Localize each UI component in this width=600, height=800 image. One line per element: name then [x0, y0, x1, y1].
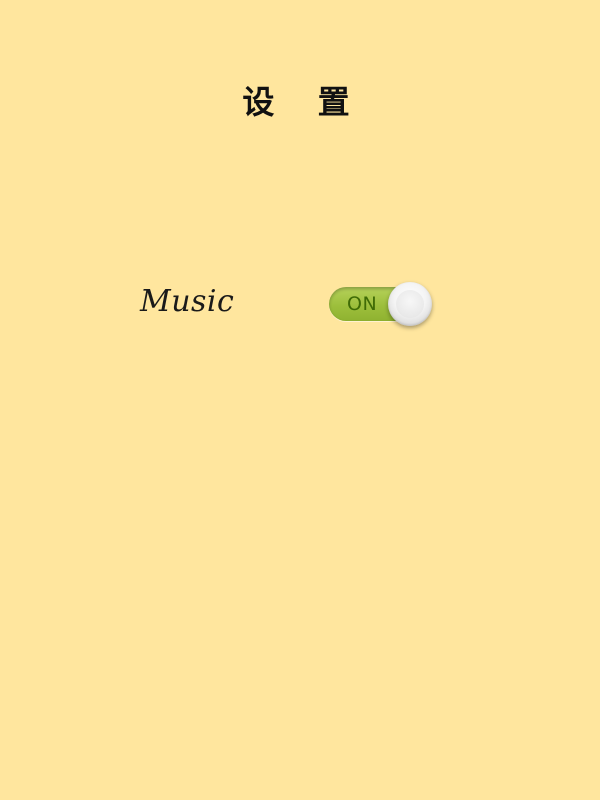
toggle-state-label: ON: [347, 293, 378, 315]
music-toggle[interactable]: ON: [329, 282, 433, 330]
music-label: Music: [140, 284, 235, 319]
toggle-knob[interactable]: [388, 282, 432, 326]
settings-screen: 设 置 Music ON: [0, 0, 600, 800]
page-title: 设 置: [242, 83, 366, 121]
setting-row-music: Music ON: [130, 276, 450, 336]
